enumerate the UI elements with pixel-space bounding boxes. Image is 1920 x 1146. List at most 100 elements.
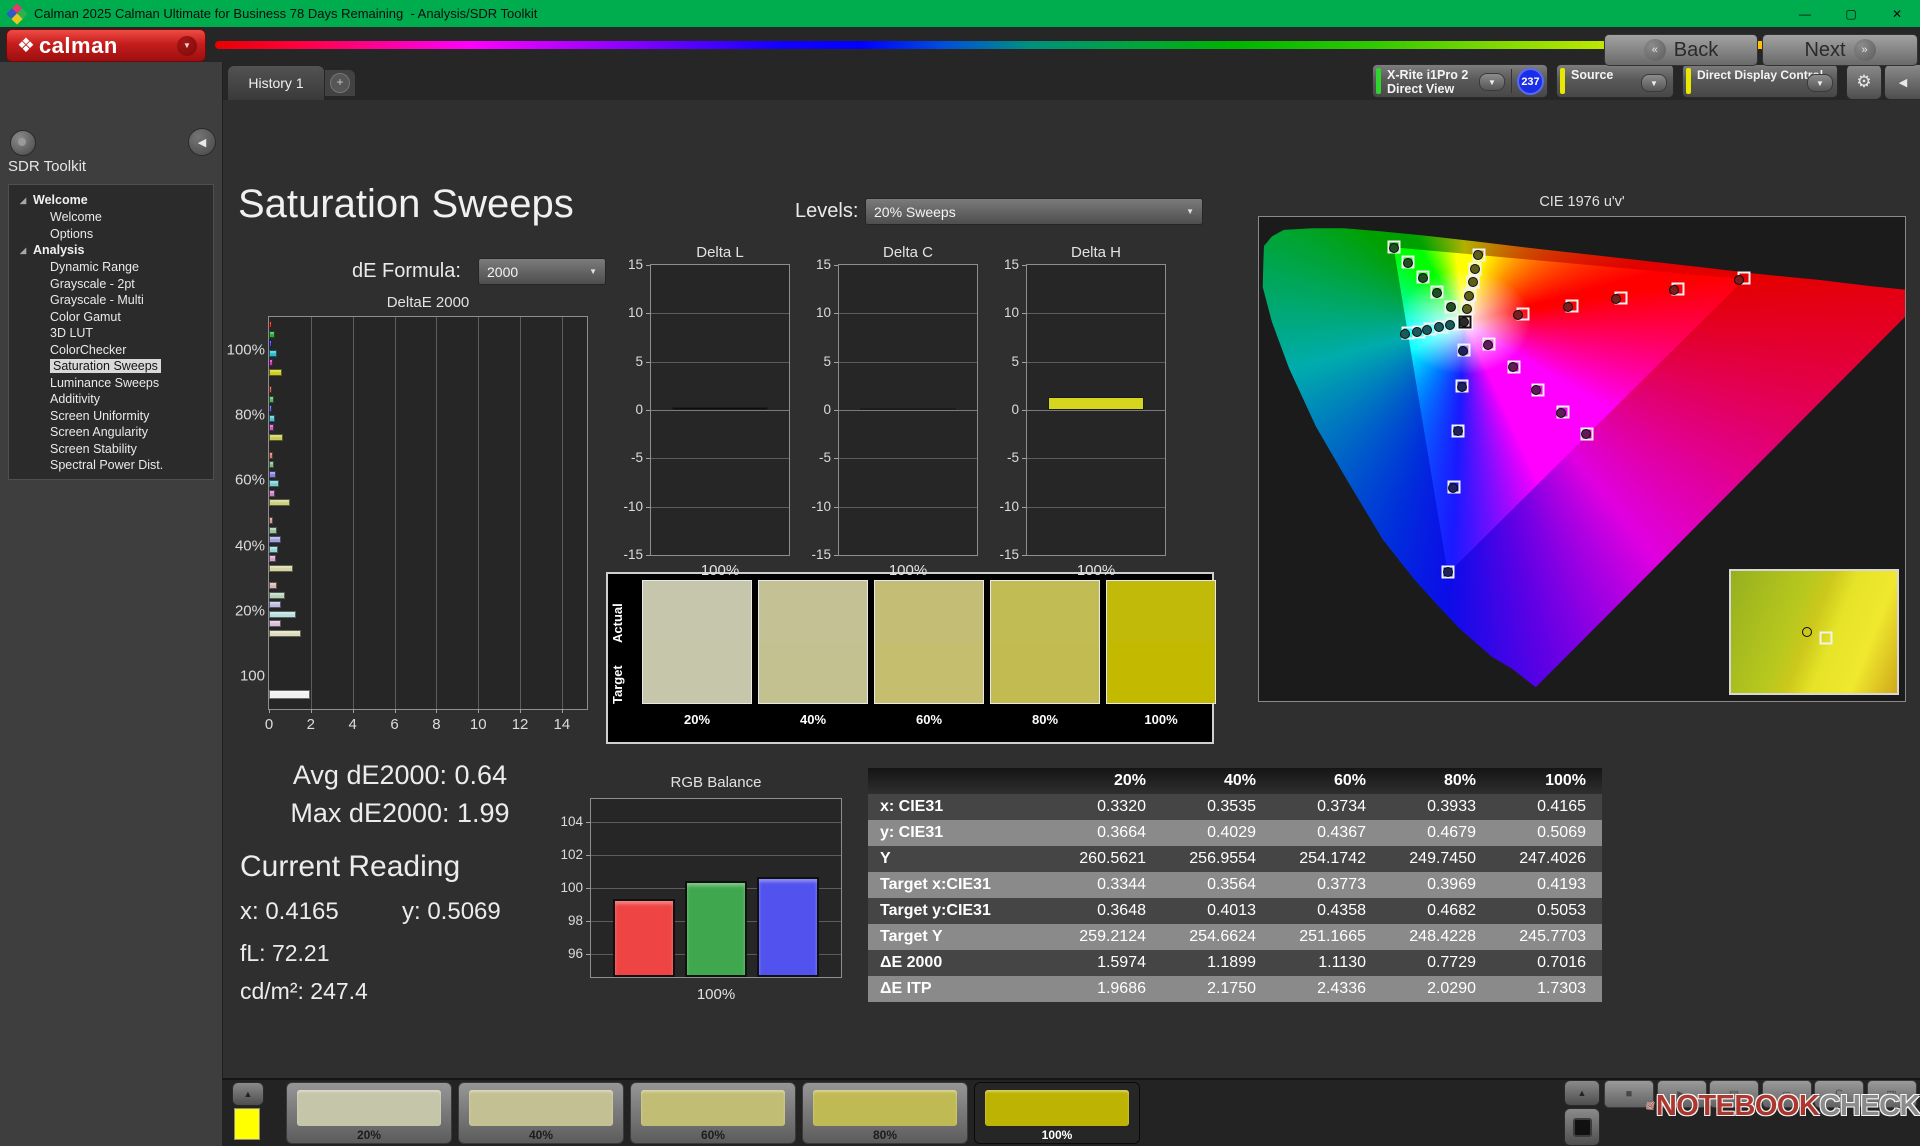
axis-tick (1022, 507, 1026, 508)
table-header-cell: 60% (1272, 768, 1382, 794)
pattern-button-60[interactable]: 60% (630, 1082, 796, 1144)
table-row-label: Target x:CIE31 (868, 872, 1052, 898)
calman-menu-button[interactable]: ❖ calman ▼ (6, 29, 206, 62)
bar-group-100: 100% (269, 317, 587, 382)
table-row-label: Target y:CIE31 (868, 898, 1052, 924)
cie-measured-marker (1403, 258, 1413, 268)
gridline (591, 822, 841, 823)
bar (1048, 397, 1145, 410)
sidebar-item-grayscale-2pt[interactable]: Grayscale - 2pt (9, 276, 213, 293)
sidebar-item-grayscale-multi[interactable]: Grayscale - Multi (9, 292, 213, 309)
cie-measured-marker (1400, 329, 1410, 339)
tree-group-welcome[interactable]: ◢Welcome (9, 192, 213, 209)
table-row-label: y: CIE31 (868, 820, 1052, 846)
sidebar-item-screen-angularity[interactable]: Screen Angularity (9, 424, 213, 441)
display-control-label: Direct Display Control (1697, 68, 1823, 82)
minimize-button[interactable]: — (1782, 0, 1828, 27)
sidebar-item-label: Luminance Sweeps (50, 376, 159, 390)
bar-green (685, 881, 747, 977)
chart-plot: 151050-5-10-15 (1026, 264, 1166, 556)
sidebar-item-additivity[interactable]: Additivity (9, 391, 213, 408)
sidebar-item-label: Grayscale - Multi (50, 293, 144, 307)
sidebar-item-luminance-sweeps[interactable]: Luminance Sweeps (9, 375, 213, 392)
chart-title: Delta L (630, 244, 810, 261)
workspace-collapse-button[interactable]: ◀ (1884, 64, 1920, 100)
table-row: Target x:CIE310.33440.35640.37730.39690.… (868, 872, 1602, 898)
y-tick-label: 0 (797, 402, 831, 417)
sidebar-item-options[interactable]: Options (9, 226, 213, 243)
meter-count-badge[interactable]: 237 (1517, 68, 1544, 95)
chevron-down-icon[interactable]: ▼ (177, 36, 197, 56)
stop-button[interactable] (1564, 1108, 1600, 1146)
pattern-button-80[interactable]: 80% (802, 1082, 968, 1144)
table-cell: 0.7729 (1382, 950, 1492, 976)
table-cell: 0.4367 (1272, 820, 1382, 846)
sidebar-item-dynamic-range[interactable]: Dynamic Range (9, 259, 213, 276)
swatch-level-label: 20% (642, 712, 752, 727)
pattern-expand-button[interactable]: ▲ (232, 1082, 264, 1106)
calman-logo-text: calman (39, 33, 118, 59)
pattern-button-100[interactable]: 100% (974, 1082, 1140, 1144)
bar (269, 359, 273, 366)
display-control-dropdown[interactable]: Direct Display Control ▼ (1682, 64, 1838, 98)
cie-measured-marker (1473, 250, 1483, 260)
maximize-button[interactable]: ▢ (1828, 0, 1874, 27)
bar (269, 565, 293, 572)
sidebar-item-3d-lut[interactable]: 3D LUT (9, 325, 213, 342)
sidebar-item-screen-stability[interactable]: Screen Stability (9, 441, 213, 458)
y-group-label: 80% (211, 406, 265, 423)
levels-select[interactable]: 20% Sweeps (865, 198, 1203, 225)
sidebar-item-color-gamut[interactable]: Color Gamut (9, 309, 213, 326)
pattern-button-40[interactable]: 40% (458, 1082, 624, 1144)
axis-tick (586, 822, 590, 823)
quick-color-swatch[interactable] (234, 1108, 260, 1140)
chevron-down-icon[interactable]: ▼ (1807, 74, 1833, 92)
tree-group-analysis[interactable]: ◢Analysis (9, 242, 213, 259)
source-dropdown[interactable]: Source ▼ (1556, 64, 1674, 98)
gridline (1027, 458, 1165, 459)
tab-history-1[interactable]: History 1 (228, 66, 324, 100)
chevron-down-icon[interactable]: ▼ (1479, 73, 1505, 91)
target-swatch (875, 642, 983, 703)
axis-tick (1313, 701, 1314, 702)
bar (269, 536, 281, 543)
bar (269, 369, 282, 376)
sidebar-item-label: Color Gamut (50, 310, 121, 324)
target-swatch (759, 642, 867, 703)
cie-measured-marker (1669, 285, 1679, 295)
table-header-cell: 20% (1052, 768, 1162, 794)
de-formula-select[interactable]: 2000 (478, 258, 606, 285)
chevron-left-icon: ◀ (1899, 76, 1907, 89)
swatch-level-label: 100% (1106, 712, 1216, 727)
chevron-down-icon[interactable]: ▼ (1641, 74, 1667, 92)
y-tick-label: 15 (985, 257, 1019, 272)
cie-plot: 00.050.10.150.20.250.30.350.40.450.50.55… (1258, 216, 1906, 702)
watermark-text-notebook: NOTEBOOK (1656, 1090, 1820, 1123)
de-formula-value: 2000 (487, 264, 518, 280)
sidebar-item-saturation-sweeps[interactable]: Saturation Sweeps (9, 358, 213, 375)
sidebar-item-label: Saturation Sweeps (50, 359, 161, 373)
back-button[interactable]: « Back (1604, 34, 1758, 66)
chart-plot: 151050-5-10-15 (838, 264, 978, 556)
axis-tick (311, 709, 312, 713)
y-group-label: 100% (211, 341, 265, 358)
divider (1511, 69, 1512, 93)
pattern-button-20[interactable]: 20% (286, 1082, 452, 1144)
add-tab-button[interactable]: + (325, 70, 355, 96)
sidebar-collapse-button[interactable]: ◀ (188, 128, 216, 156)
sidebar-menu-button[interactable] (10, 130, 36, 156)
axis-tick (395, 709, 396, 713)
close-button[interactable]: ✕ (1874, 0, 1920, 27)
next-button[interactable]: Next » (1762, 34, 1918, 66)
sidebar-item-welcome[interactable]: Welcome (9, 209, 213, 226)
measure-expand-button[interactable]: ▲ (1564, 1080, 1600, 1106)
gridline (651, 410, 789, 411)
axis-tick (1022, 362, 1026, 363)
sidebar-item-screen-uniformity[interactable]: Screen Uniformity (9, 408, 213, 425)
meter-dropdown[interactable]: X-Rite i1Pro 2 Direct View ▼ 237 (1372, 64, 1548, 98)
settings-button[interactable]: ⚙ (1846, 64, 1882, 100)
chevron-up-icon: ▲ (1578, 1088, 1587, 1098)
sidebar-item-colorchecker[interactable]: ColorChecker (9, 342, 213, 359)
sidebar-item-spectral-power-dist[interactable]: Spectral Power Dist. (9, 457, 213, 474)
gridline (651, 507, 789, 508)
